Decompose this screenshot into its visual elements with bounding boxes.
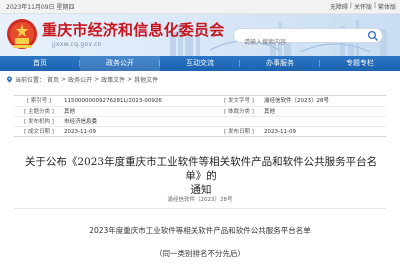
info-row: [ 索引号 ] 11500000009276281L/2023-00926 [ … (14, 96, 386, 106)
breadcrumb-separator: > (94, 76, 100, 83)
site-url: jjxxw.cq.gov.cn (52, 41, 102, 48)
info-key: [ 主题分类 ] (24, 109, 54, 115)
info-row: [ 发布机构 ] 市经济信息委 (14, 116, 386, 126)
care-mode-link[interactable]: 关怀版 (354, 2, 372, 11)
search-icon[interactable] (367, 30, 379, 42)
info-value: 市经济信息委 (64, 119, 98, 125)
info-key (214, 117, 264, 126)
info-value: 其他 (64, 109, 76, 115)
nav-item-services[interactable]: 办事服务 (240, 56, 320, 71)
breadcrumb-government-affairs[interactable]: 政务公开 (68, 75, 92, 84)
breadcrumb-prefix: 当前位置： (15, 77, 46, 84)
location-icon (7, 76, 12, 83)
info-value: 其他 (264, 109, 276, 115)
info-row: [ 成文日期 ] 2023-11-09 [ 发布日期 ] 2023-11-09 (14, 126, 386, 136)
breadcrumb-other-documents[interactable]: 其他文件 (134, 75, 158, 84)
info-key: [ 发布日期 ] (224, 129, 254, 135)
info-key: [ 体裁分类 ] (224, 109, 254, 115)
nav-item-home[interactable]: 首页 (0, 56, 80, 71)
info-value: 2023-11-09 (264, 129, 296, 135)
main-navigation: 首页 政务公开 互动交流 办事服务 专题专栏 (0, 56, 400, 71)
breadcrumb-policy-documents[interactable]: 政策文件 (101, 75, 125, 84)
breadcrumb-home[interactable]: 首页 (47, 75, 59, 84)
article-title-line: 关于公布《2023年度重庆市工业软件等相关软件产品和软件公共服务平台名单》的 (24, 156, 378, 182)
info-value: 11500000009276281L/2023-00926 (64, 98, 162, 104)
link-separator: | (349, 2, 352, 9)
info-value (264, 117, 386, 126)
nav-item-topics[interactable]: 专题专栏 (320, 56, 400, 71)
current-date: 2023年11月09日 星期四 (6, 4, 75, 11)
document-info-table: [ 索引号 ] 11500000009276281L/2023-00926 [ … (14, 95, 386, 137)
attachment-subtitle: （同一类别排名不分先后） (155, 249, 245, 258)
traditional-chinese-link[interactable]: 繁体版 (378, 2, 396, 11)
info-key: [ 发布机构 ] (24, 119, 54, 125)
link-separator: | (373, 2, 376, 9)
info-row: [ 主题分类 ] 其他 [ 体裁分类 ] 其他 (14, 106, 386, 116)
nav-item-government-affairs[interactable]: 政务公开 (80, 56, 160, 71)
document-number: 渝经信软件〔2023〕28号 (167, 197, 233, 203)
info-key: [ 发文字号 ] (224, 98, 254, 104)
accessibility-links: 无障碍 | 关怀版 | 繁体版 (330, 2, 396, 11)
site-title[interactable]: 重庆市经济和信息化委员会 (42, 19, 224, 40)
info-value: 渝经信软件〔2023〕28号 (264, 98, 329, 104)
info-key: [ 成文日期 ] (24, 129, 54, 135)
content-divider (14, 208, 386, 209)
breadcrumb-separator: > (61, 76, 67, 83)
search-box (233, 28, 383, 49)
breadcrumb-separator: > (127, 76, 133, 83)
government-emblem-icon (7, 19, 37, 49)
info-value: 2023-11-09 (64, 129, 96, 135)
info-key: [ 索引号 ] (26, 98, 52, 104)
top-utility-bar: 2023年11月09日 星期四 无障碍 | 关怀版 | 繁体版 (0, 0, 400, 14)
attachment-title: 2023年度重庆市工业软件等相关软件产品和软件公共服务平台名单 (89, 226, 311, 235)
site-banner: 重庆市经济和信息化委员会 jjxxw.cq.gov.cn (0, 14, 400, 56)
search-input[interactable] (234, 36, 360, 49)
accessibility-link[interactable]: 无障碍 (330, 2, 348, 11)
article-title: 关于公布《2023年度重庆市工业软件等相关软件产品和软件公共服务平台名单》的 通… (20, 155, 382, 197)
nav-item-interaction[interactable]: 互动交流 (160, 56, 240, 71)
breadcrumb: 当前位置： 首页 > 政务公开 > 政策文件 > 其他文件 (6, 75, 158, 84)
